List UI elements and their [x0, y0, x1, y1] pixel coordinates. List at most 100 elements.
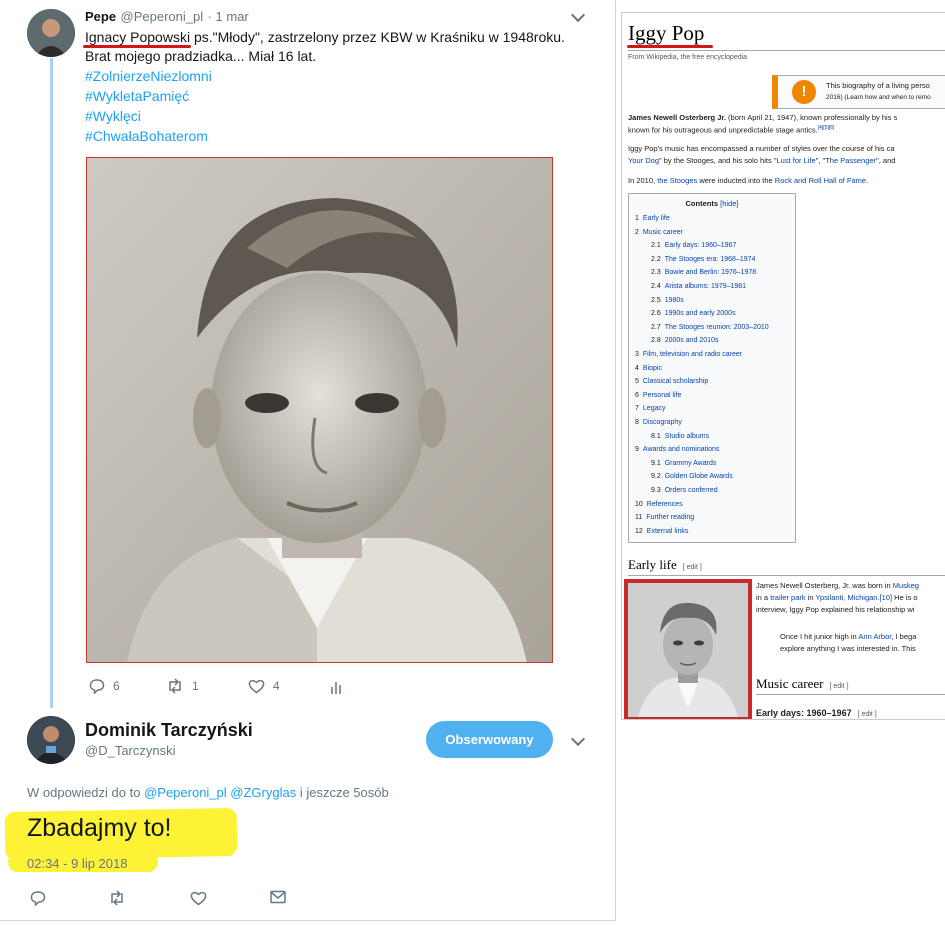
tweet1-photo[interactable]	[86, 157, 553, 663]
tweet1-author-name[interactable]: Pepe	[85, 9, 116, 24]
toc-item[interactable]: 7 Legacy	[635, 405, 665, 412]
link-trailer-park[interactable]: trailer park	[770, 593, 805, 602]
reply-action-2[interactable]	[30, 890, 46, 906]
toc-item-label: Film, television and radio career	[642, 351, 743, 358]
lead-line-1: James Newell Osterberg Jr. (born April 2…	[628, 113, 897, 122]
tweet1-text-rest: ps."Młody", zastrzelony przez KBW w Kraś…	[190, 29, 565, 45]
toc-item-number: 9.3	[651, 487, 661, 494]
toc-item[interactable]: 2.3 Bowie and Berlin: 1976–1978	[651, 269, 756, 276]
toc-item-label: Discography	[642, 419, 682, 426]
envelope-icon	[270, 890, 286, 904]
toc-item-label: 1990s and early 2000s	[664, 310, 736, 318]
title-divider	[628, 50, 945, 51]
toc-hide-link[interactable]: [hide]	[720, 199, 738, 208]
link-the-stooges[interactable]: the Stooges	[657, 176, 697, 185]
tweet2-caret-icon[interactable]	[570, 731, 586, 747]
toc-item[interactable]: 3 Film, television and radio career	[635, 351, 742, 358]
following-button[interactable]: Obserwowany	[426, 721, 553, 758]
toc-item-label: Orders conferred	[664, 487, 718, 494]
toc-item[interactable]: 2.8 2000s and 2010s	[651, 337, 718, 344]
hashtag-3[interactable]: #Wyklęci	[85, 106, 141, 126]
link-muskegon[interactable]: Muskeg	[893, 581, 919, 590]
toc-item[interactable]: 11 Further reading	[635, 514, 694, 521]
toc-item[interactable]: 4 Biopic	[635, 365, 662, 372]
para3: In 2010, the Stooges were inducted into …	[628, 176, 868, 185]
tweet2-author-handle[interactable]: @D_Tarczynski	[85, 743, 176, 758]
toc-item[interactable]: 2.6 1990s and early 2000s	[651, 310, 736, 317]
toc-item[interactable]: 2.5 1980s	[651, 297, 684, 304]
toc-item-number: 2.6	[651, 310, 661, 318]
toc-item-label: Biopic	[642, 364, 662, 372]
toc-item-label: References	[646, 500, 683, 508]
analytics-icon	[331, 682, 341, 694]
heart-icon	[248, 679, 265, 694]
hashtag-1[interactable]: #ZolnierzeNiezlomni	[85, 66, 212, 86]
notice-line-2[interactable]: 2016) (Learn how and when to remo	[826, 94, 931, 101]
tweet1-caret-icon[interactable]	[570, 7, 586, 23]
toc-item[interactable]: 1 Early life	[635, 215, 670, 222]
message-action[interactable]	[270, 890, 286, 904]
edit-link-early-life[interactable]: [ edit ]	[683, 564, 702, 571]
iggy-pop-photo[interactable]	[624, 579, 752, 719]
toc-item[interactable]: 8.1 Studio albums	[651, 433, 709, 440]
tweet1-date[interactable]: · 1 mar	[208, 9, 249, 24]
toc-item[interactable]: 9.1 Grammy Awards	[651, 460, 716, 467]
toc-item-label: The Stooges era: 1968–1974	[664, 255, 756, 263]
toc-item-number: 2	[635, 228, 639, 236]
mention-peperoni[interactable]: @Peperoni_pl	[144, 785, 227, 800]
toc-item[interactable]: 10 References	[635, 501, 683, 508]
from-wikipedia-tagline: From Wikipedia, the free encyclopedia	[628, 54, 748, 61]
toc-item[interactable]: 2.4 Arista albums: 1979–1981	[651, 283, 746, 290]
toc-item-label: Classical scholarship	[642, 378, 709, 386]
lead-citation[interactable]: [4][5][6]	[818, 125, 835, 131]
avatar-dominik[interactable]	[27, 716, 75, 764]
retweet-action-2[interactable]	[108, 890, 126, 906]
link-ann-arbor[interactable]: Ann Arbor	[858, 632, 891, 641]
link-rock-hall[interactable]: Rock and Roll Hall of Fame	[775, 176, 866, 185]
toc-item[interactable]: 9.2 Golden Globe Awards	[651, 473, 733, 480]
avatar-pepe[interactable]	[27, 9, 75, 57]
toc-item[interactable]: 9 Awards and nominations	[635, 446, 719, 453]
tweet1-author-handle[interactable]: @Peperoni_pl	[121, 9, 204, 24]
toc-item[interactable]: 6 Personal life	[635, 392, 681, 399]
edit-link-music-career[interactable]: [ edit ]	[830, 683, 849, 690]
early-days-heading: Early days: 1960–1967 [ edit ]	[756, 708, 877, 718]
retweet-action[interactable]: 1	[166, 678, 199, 694]
tweet1-header: Pepe @Peperoni_pl · 1 mar	[85, 8, 249, 26]
toc-item[interactable]: 2.2 The Stooges era: 1968–1974	[651, 256, 755, 263]
tweet2-author-name[interactable]: Dominik Tarczyński	[85, 720, 253, 741]
para2-line-1: Iggy Pop's music has encompassed a numbe…	[628, 144, 895, 153]
link-the-passenger[interactable]: The Passenger	[825, 156, 876, 165]
link-your-dog[interactable]: Your Dog	[628, 156, 659, 165]
twitter-thread-panel: Pepe @Peperoni_pl · 1 mar Ignacy Popowsk…	[0, 0, 616, 921]
para3-mid: were inducted into the	[697, 176, 775, 185]
hashtag-2[interactable]: #WykletaPamięć	[85, 86, 189, 106]
mention-zgryglas[interactable]: @ZGryglas	[230, 785, 296, 800]
quote-line-1: Once I hit junior high in Ann Arbor, I b…	[780, 632, 916, 641]
toc-item[interactable]: 5 Classical scholarship	[635, 378, 708, 385]
toc-item[interactable]: 9.3 Orders conferred	[651, 487, 718, 494]
hashtag-4[interactable]: #ChwałaBohaterom	[85, 126, 208, 146]
analytics-action[interactable]	[330, 679, 344, 695]
tweet2-timestamp[interactable]: 02:34 - 9 lip 2018	[27, 856, 127, 871]
edit-link-early-days[interactable]: [ edit ]	[858, 711, 877, 718]
like-action-2[interactable]	[190, 890, 207, 906]
blp-notice-box: ! This biography of a living perso 2016)…	[772, 75, 945, 109]
toc-item[interactable]: 8 Discography	[635, 419, 682, 426]
like-action[interactable]: 4	[248, 678, 280, 694]
notice-line-1: This biography of a living perso	[826, 81, 930, 90]
toc-item[interactable]: 12 External links	[635, 528, 688, 535]
link-lust-for-life[interactable]: Lust for Life	[776, 156, 815, 165]
toc-item-number: 8	[635, 419, 639, 426]
toc-item[interactable]: 2 Music career	[635, 229, 683, 236]
tweet1-text-line1: Ignacy Popowski ps."Młody", zastrzelony …	[85, 27, 565, 47]
early2-citation[interactable]: .[10]	[877, 593, 892, 602]
warning-icon: !	[792, 80, 816, 104]
toc-item-number: 2.3	[651, 269, 661, 277]
reply-action[interactable]: 6	[89, 678, 120, 694]
toc-item[interactable]: 2.7 The Stooges reunion: 2003–2010	[651, 324, 769, 331]
toc-item-number: 2.5	[651, 296, 661, 304]
link-ypsilanti[interactable]: Ypsilanti, Michigan	[816, 593, 878, 602]
toc-item[interactable]: 2.1 Early days: 1960–1967	[651, 242, 736, 249]
quote1-end: , I bega	[891, 632, 917, 641]
